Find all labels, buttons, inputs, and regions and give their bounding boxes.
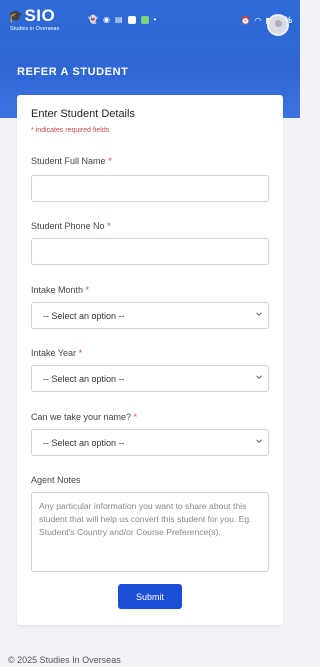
take-name-select[interactable]: -- Select an option -- xyxy=(31,429,269,456)
submit-button[interactable]: Submit xyxy=(118,584,182,609)
intake-month-label: Intake Month * xyxy=(31,285,90,295)
phone-input[interactable] xyxy=(31,238,269,265)
chevron-down-icon xyxy=(256,312,262,316)
wifi-icon: ◠ xyxy=(254,15,262,25)
intake-year-label: Intake Year * xyxy=(31,348,83,358)
agent-notes-label: Agent Notes xyxy=(31,475,81,485)
status-bar: 🎓SIO Studies in Overseas 👻 ◉ ▤ • ⏰ ◠ ▮ 8… xyxy=(0,0,300,40)
intake-year-select[interactable]: -- Select an option -- xyxy=(31,365,269,392)
footer-copyright: © 2025 Studies In Overseas xyxy=(8,655,121,665)
form-card: Enter Student Details * indicates requir… xyxy=(17,95,283,625)
take-name-value: -- Select an option -- xyxy=(43,438,125,448)
graduation-cap-icon: 🎓 xyxy=(8,9,24,23)
agent-notes-placeholder: Any particular information you want to s… xyxy=(39,501,252,537)
intake-month-select[interactable]: -- Select an option -- xyxy=(31,302,269,329)
alarm-icon: ⏰ xyxy=(240,15,251,25)
notification-icon: ▤ xyxy=(114,15,123,24)
whatsapp-icon: ◉ xyxy=(102,15,110,24)
full-name-input[interactable] xyxy=(31,175,269,202)
chevron-down-icon xyxy=(256,375,262,379)
agent-notes-textarea[interactable]: Any particular information you want to s… xyxy=(31,492,269,572)
app-notification-icon xyxy=(127,16,136,24)
full-name-label: Student Full Name * xyxy=(31,156,112,166)
app-logo: 🎓 SIO Studies in Overseas xyxy=(8,6,86,32)
take-name-label: Can we take your name? * xyxy=(31,412,138,422)
notification-icons: 👻 ◉ ▤ • xyxy=(88,16,156,24)
intake-year-value: -- Select an option -- xyxy=(43,374,125,384)
dot-icon: • xyxy=(153,15,157,24)
chevron-down-icon xyxy=(256,439,262,443)
required-note: * indicates required fields xyxy=(31,127,110,134)
logo-text: SIO xyxy=(24,6,56,25)
snapchat-icon: 👻 xyxy=(88,15,98,24)
avatar[interactable] xyxy=(267,14,289,36)
phone-label: Student Phone No * xyxy=(31,221,111,231)
logo-tagline: Studies in Overseas xyxy=(10,26,60,32)
page-title: REFER A STUDENT xyxy=(17,66,129,78)
form-heading: Enter Student Details xyxy=(31,108,135,120)
intake-month-value: -- Select an option -- xyxy=(43,311,125,321)
green-app-icon xyxy=(140,16,149,24)
